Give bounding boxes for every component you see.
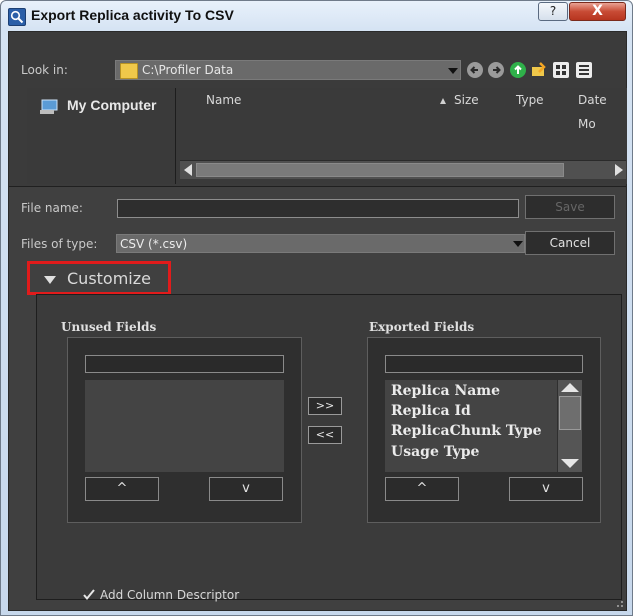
- chevron-down-icon: [448, 68, 458, 74]
- look-in-label: Look in:: [21, 63, 68, 77]
- new-folder-icon[interactable]: [530, 61, 548, 79]
- scrollbar-thumb[interactable]: [196, 163, 564, 177]
- file-type-combo[interactable]: CSV (*.csv): [116, 234, 525, 253]
- column-header-size[interactable]: Size: [454, 88, 479, 114]
- unused-fields-group: ^ v: [67, 337, 302, 523]
- divider: [9, 186, 626, 187]
- file-name-label: File name:: [21, 201, 83, 215]
- forward-arrow-icon[interactable]: [487, 61, 505, 79]
- unused-fields-header: [85, 355, 284, 373]
- title-bar[interactable]: Export Replica activity To CSV ? X: [1, 1, 632, 31]
- customize-label: Customize: [67, 269, 151, 288]
- dialog-client-area: Look in: C:\Profiler Data My Computer Na…: [8, 31, 627, 611]
- unused-fields-list[interactable]: [85, 380, 284, 472]
- list-item[interactable]: Replica Id: [391, 403, 471, 419]
- back-arrow-icon[interactable]: [466, 61, 484, 79]
- close-button[interactable]: X: [569, 2, 626, 21]
- dialog-window: Export Replica activity To CSV ? X Look …: [0, 0, 633, 616]
- list-item[interactable]: ReplicaChunk Type: [391, 423, 542, 439]
- look-in-value: C:\Profiler Data: [142, 63, 234, 77]
- details-view-icon[interactable]: [575, 61, 593, 79]
- up-folder-icon[interactable]: [509, 61, 527, 79]
- file-browser-section: Look in: C:\Profiler Data My Computer Na…: [9, 32, 627, 186]
- my-computer-item[interactable]: My Computer: [67, 97, 156, 113]
- column-header-date[interactable]: Date Mo: [578, 88, 627, 131]
- computer-icon: [40, 99, 58, 114]
- expand-triangle-icon: [44, 276, 56, 284]
- sort-ascending-icon: [440, 98, 446, 104]
- exported-list-scrollbar[interactable]: [558, 380, 582, 472]
- window-title: Export Replica activity To CSV: [31, 7, 234, 23]
- move-left-button[interactable]: <<: [308, 426, 342, 444]
- scroll-left-icon[interactable]: [183, 164, 193, 176]
- exported-fields-list[interactable]: Replica Name Replica Id ReplicaChunk Typ…: [385, 380, 557, 472]
- exported-move-down-button[interactable]: v: [509, 477, 583, 501]
- move-right-button[interactable]: >>: [308, 397, 342, 415]
- file-list[interactable]: Name Size Type Date Mo: [175, 88, 627, 184]
- exported-move-up-button[interactable]: ^: [385, 477, 459, 501]
- file-type-value: CSV (*.csv): [120, 237, 188, 251]
- column-header-type[interactable]: Type: [516, 88, 544, 114]
- list-view-icon[interactable]: [552, 61, 570, 79]
- resize-grip-icon[interactable]: [614, 598, 624, 608]
- horizontal-scrollbar[interactable]: [180, 160, 626, 179]
- help-button[interactable]: ?: [538, 2, 568, 21]
- exported-fields-title: Exported Fields: [369, 320, 475, 334]
- list-item[interactable]: Usage Type: [391, 444, 479, 460]
- exported-fields-header: [385, 355, 583, 373]
- list-item[interactable]: Replica Name: [391, 383, 500, 399]
- column-header-name[interactable]: Name: [206, 88, 241, 114]
- customize-panel: Unused Fields ^ v >> << Exported Fields …: [36, 294, 622, 602]
- scroll-up-icon[interactable]: [559, 381, 581, 393]
- places-sidebar: My Computer: [27, 88, 175, 184]
- file-name-input[interactable]: [117, 199, 519, 218]
- exported-fields-group: Replica Name Replica Id ReplicaChunk Typ…: [367, 337, 601, 523]
- chevron-down-icon: [513, 241, 523, 247]
- cancel-button[interactable]: Cancel: [525, 231, 615, 255]
- add-column-descriptor-label[interactable]: Add Column Descriptor: [100, 588, 239, 602]
- add-column-descriptor-checkbox[interactable]: [82, 588, 96, 602]
- unused-move-down-button[interactable]: v: [209, 477, 283, 501]
- scroll-right-icon[interactable]: [614, 164, 624, 176]
- unused-fields-title: Unused Fields: [61, 320, 157, 334]
- scrollbar-thumb[interactable]: [559, 396, 581, 430]
- folder-icon: [120, 63, 138, 79]
- unused-move-up-button[interactable]: ^: [85, 477, 159, 501]
- magnifier-app-icon: [8, 8, 26, 26]
- customize-toggle[interactable]: Customize: [27, 261, 171, 295]
- save-button[interactable]: Save: [525, 195, 615, 219]
- file-type-label: Files of type:: [21, 237, 98, 251]
- scroll-down-icon[interactable]: [559, 458, 581, 470]
- look-in-combo[interactable]: C:\Profiler Data: [115, 60, 461, 80]
